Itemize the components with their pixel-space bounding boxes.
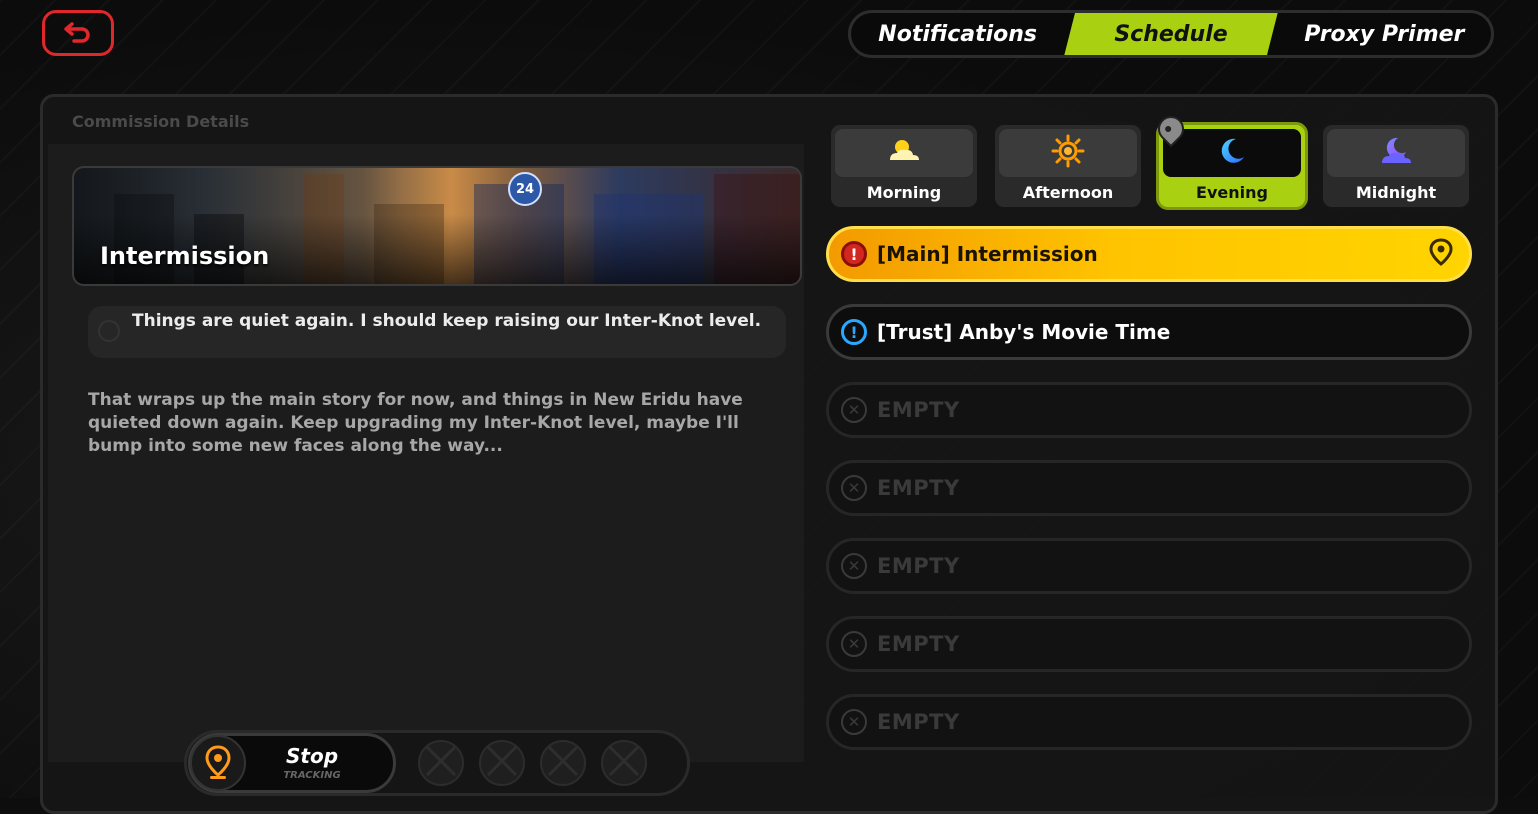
time-slot-label: Evening [1196,183,1268,202]
panel-title: Commission Details [72,112,250,131]
main-quest-alert-icon: ! [841,241,867,267]
quest-slot-empty: ✕ EMPTY [826,460,1472,516]
time-slot-label: Morning [866,183,942,202]
commission-description: That wraps up the main story for now, an… [88,390,743,456]
quest-slot-empty: ✕ EMPTY [826,616,1472,672]
quest-label: EMPTY [877,398,960,422]
quest-label: EMPTY [877,476,960,500]
moon-cloud-icon [1378,135,1414,171]
tracking-slot-empty[interactable] [418,740,464,786]
top-tab-bar: Notifications Schedule Proxy Primer [848,10,1494,58]
quest-trust-anby[interactable]: ! [Trust] Anby's Movie Time [826,304,1472,360]
commission-title: Intermission [100,242,270,270]
objective-row: Things are quiet again. I should keep ra… [88,306,786,358]
empty-x-icon: ✕ [841,475,867,501]
quest-slot-empty: ✕ EMPTY [826,694,1472,750]
time-slot-afternoon[interactable]: Afternoon [992,122,1144,210]
quest-label: EMPTY [877,632,960,656]
slot-x-icon [482,741,522,785]
objective-text: Things are quiet again. I should keep ra… [132,311,762,331]
quest-slot-empty: ✕ EMPTY [826,382,1472,438]
empty-x-icon: ✕ [841,553,867,579]
slot-x-icon [421,741,461,785]
time-slot-label: Midnight [1355,183,1437,202]
time-slot-label: Afternoon [1022,183,1114,202]
commission-banner: 24 Intermission [72,166,802,286]
slot-x-icon [604,741,644,785]
time-slot-midnight[interactable]: Midnight [1320,122,1472,210]
sun-icon [1051,134,1085,172]
quest-label: EMPTY [877,710,960,734]
empty-x-icon: ✕ [841,397,867,423]
quest-slot-empty: ✕ EMPTY [826,538,1472,594]
empty-x-icon: ✕ [841,631,867,657]
slot-x-icon [543,741,583,785]
empty-x-icon: ✕ [841,709,867,735]
back-button[interactable] [42,10,114,56]
quest-label: [Main] Intermission [877,242,1098,266]
tracking-pin-icon [190,735,246,791]
quest-main-intermission[interactable]: ! [Main] Intermission [826,226,1472,282]
tracking-slot-empty[interactable] [601,740,647,786]
moon-icon [1216,135,1248,171]
location-target-icon[interactable] [1429,238,1453,270]
objective-checkbox-icon [98,320,120,342]
time-slot-morning[interactable]: Morning [828,122,980,210]
tracking-slot-empty[interactable] [540,740,586,786]
tab-schedule[interactable]: Schedule [1064,13,1278,55]
tab-notifications[interactable]: Notifications [851,13,1064,55]
banner-sign: 24 [508,172,542,206]
tracking-slot-empty[interactable] [479,740,525,786]
stop-label: Stop [285,744,339,768]
trust-quest-alert-icon: ! [841,319,867,345]
back-arrow-icon [62,18,94,48]
sun-cloud-icon [886,136,922,170]
quest-label: EMPTY [877,554,960,578]
tab-proxy-primer[interactable]: Proxy Primer [1278,13,1491,55]
quest-label: [Trust] Anby's Movie Time [877,320,1171,344]
tracking-sublabel: TRACKING [283,770,341,781]
